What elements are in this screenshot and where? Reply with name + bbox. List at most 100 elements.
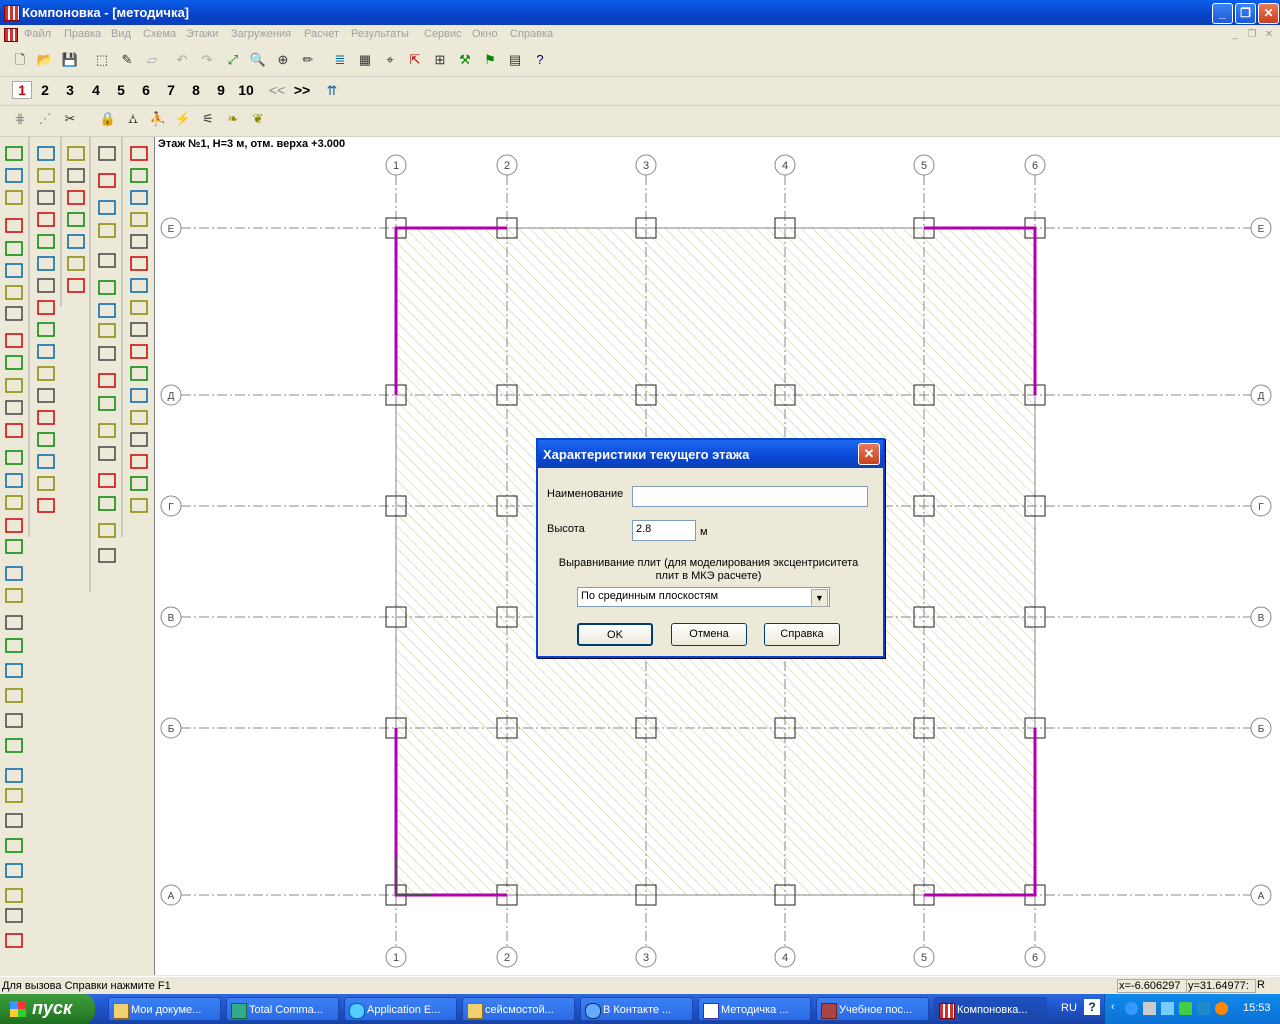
task-application[interactable]: Application E... bbox=[344, 997, 457, 1021]
palette-tool-icon[interactable] bbox=[37, 410, 55, 425]
palette-tool-icon[interactable] bbox=[5, 713, 23, 728]
language-indicator[interactable]: RU bbox=[1061, 1002, 1077, 1014]
palette-tool-icon[interactable] bbox=[5, 888, 23, 903]
palette-tool-icon[interactable] bbox=[37, 344, 55, 359]
palette-tool-icon[interactable] bbox=[5, 838, 23, 853]
menu-calc[interactable]: Расчет bbox=[304, 28, 339, 40]
palette-tool-icon[interactable] bbox=[5, 285, 23, 300]
menu-service[interactable]: Сервис bbox=[424, 28, 462, 40]
snap-icon[interactable]: ⊞ bbox=[430, 50, 450, 70]
palette-tool-icon[interactable] bbox=[5, 423, 23, 438]
new-file-icon[interactable]: 🗋 bbox=[10, 50, 30, 70]
node-icon[interactable]: ⌖ bbox=[380, 50, 400, 70]
palette-tool-icon[interactable] bbox=[5, 450, 23, 465]
menu-results[interactable]: Результаты bbox=[351, 28, 409, 40]
palette-tool-icon[interactable] bbox=[5, 933, 23, 948]
palette-tool-icon[interactable] bbox=[130, 432, 148, 447]
palette-tool-icon[interactable] bbox=[98, 373, 116, 388]
help-tray-icon[interactable]: ? bbox=[1084, 999, 1100, 1015]
lock-icon[interactable]: 🔒 bbox=[98, 109, 118, 129]
floor-tab-5[interactable]: 5 bbox=[113, 82, 129, 98]
palette-tool-icon[interactable] bbox=[67, 212, 85, 227]
palette-tool-icon[interactable] bbox=[5, 473, 23, 488]
palette-tool-icon[interactable] bbox=[5, 495, 23, 510]
bed-icon[interactable]: ⛼ bbox=[123, 109, 143, 129]
palette-tool-icon[interactable] bbox=[98, 200, 116, 215]
palette-tool-icon[interactable] bbox=[130, 476, 148, 491]
palette-tool-icon[interactable] bbox=[5, 518, 23, 533]
menu-file[interactable]: Файл bbox=[24, 28, 51, 40]
palette-tool-icon[interactable] bbox=[37, 190, 55, 205]
palette-tool-icon[interactable] bbox=[67, 234, 85, 249]
palette-tool-icon[interactable] bbox=[5, 638, 23, 653]
palette-tool-icon[interactable] bbox=[5, 168, 23, 183]
select-node-icon[interactable]: ⇱ bbox=[405, 50, 425, 70]
help-button[interactable]: Справка bbox=[764, 623, 840, 646]
palette-tool-icon[interactable] bbox=[37, 454, 55, 469]
palette-tool-icon[interactable] bbox=[67, 146, 85, 161]
palette-tool-icon[interactable] bbox=[37, 256, 55, 271]
palette-tool-icon[interactable] bbox=[98, 146, 116, 161]
palette-tool-icon[interactable] bbox=[130, 454, 148, 469]
palette-tool-icon[interactable] bbox=[37, 476, 55, 491]
palette-tool-icon[interactable] bbox=[5, 663, 23, 678]
floor-tab-1[interactable]: 1 bbox=[12, 81, 32, 99]
palette-tool-icon[interactable] bbox=[98, 523, 116, 538]
task-total-commander[interactable]: Total Comma... bbox=[226, 997, 339, 1021]
floor-next-button[interactable]: >> bbox=[291, 82, 313, 98]
palette-tool-icon[interactable] bbox=[37, 278, 55, 293]
flag-icon[interactable]: ⚑ bbox=[480, 50, 500, 70]
palette-tool-icon[interactable] bbox=[98, 280, 116, 295]
palette-tool-icon[interactable] bbox=[5, 588, 23, 603]
palette-tool-icon[interactable] bbox=[130, 300, 148, 315]
context-help-icon[interactable]: ? bbox=[530, 50, 550, 70]
palette-tool-icon[interactable] bbox=[98, 473, 116, 488]
save-icon[interactable]: 💾 bbox=[60, 50, 80, 70]
floor-tab-8[interactable]: 8 bbox=[188, 82, 204, 98]
palette-tool-icon[interactable] bbox=[130, 168, 148, 183]
palette-tool-icon[interactable] bbox=[130, 410, 148, 425]
antivirus-icon[interactable] bbox=[1179, 1002, 1192, 1015]
grid-icon[interactable]: ▦ bbox=[355, 50, 375, 70]
floor-up-icon[interactable]: ⇈ bbox=[322, 81, 342, 101]
palette-tool-icon[interactable] bbox=[5, 863, 23, 878]
mdi-restore-icon[interactable]: ❐ bbox=[1245, 29, 1259, 41]
palette-tool-icon[interactable] bbox=[5, 400, 23, 415]
task-methodichka[interactable]: Методичка ... bbox=[698, 997, 811, 1021]
palette-tool-icon[interactable] bbox=[130, 212, 148, 227]
cancel-button[interactable]: Отмена bbox=[671, 623, 747, 646]
task-my-documents[interactable]: Мои докуме... bbox=[108, 997, 221, 1021]
palette-tool-icon[interactable] bbox=[37, 300, 55, 315]
doc-icon[interactable] bbox=[4, 28, 18, 42]
menu-floors[interactable]: Этажи bbox=[186, 28, 218, 40]
erase-icon[interactable]: ▱ bbox=[142, 50, 162, 70]
menu-loads[interactable]: Загружения bbox=[231, 28, 291, 40]
pencil-icon[interactable]: ✏ bbox=[298, 50, 318, 70]
palette-tool-icon[interactable] bbox=[37, 432, 55, 447]
palette-tool-icon[interactable] bbox=[5, 768, 23, 783]
frame-icon[interactable]: ⬚ bbox=[92, 50, 112, 70]
draw-icon[interactable]: ✎ bbox=[117, 50, 137, 70]
update-icon[interactable] bbox=[1215, 1002, 1228, 1015]
table-icon[interactable]: ▤ bbox=[505, 50, 525, 70]
skype-tray-icon[interactable] bbox=[1197, 1002, 1210, 1015]
dialog-close-button[interactable]: ✕ bbox=[858, 443, 880, 465]
palette-tool-icon[interactable] bbox=[130, 234, 148, 249]
palette-tool-icon[interactable] bbox=[98, 423, 116, 438]
menu-view[interactable]: Вид bbox=[111, 28, 131, 40]
palette-tool-icon[interactable] bbox=[5, 218, 23, 233]
align-select[interactable]: По срединным плоскостям ▼ bbox=[577, 587, 830, 607]
floor-prev-button[interactable]: << bbox=[266, 82, 288, 98]
layers-icon[interactable]: ≣ bbox=[330, 50, 350, 70]
palette-tool-icon[interactable] bbox=[98, 303, 116, 318]
palette-tool-icon[interactable] bbox=[98, 253, 116, 268]
task-seismic[interactable]: сейсмостой... bbox=[462, 997, 575, 1021]
palette-tool-icon[interactable] bbox=[5, 190, 23, 205]
leaf-alt-icon[interactable]: ❦ bbox=[248, 109, 268, 129]
ok-button[interactable]: OK bbox=[577, 623, 653, 646]
close-button[interactable]: ✕ bbox=[1258, 3, 1279, 24]
palette-tool-icon[interactable] bbox=[5, 378, 23, 393]
palette-tool-icon[interactable] bbox=[5, 539, 23, 554]
palette-tool-icon[interactable] bbox=[67, 256, 85, 271]
volume-icon[interactable] bbox=[1161, 1002, 1174, 1015]
